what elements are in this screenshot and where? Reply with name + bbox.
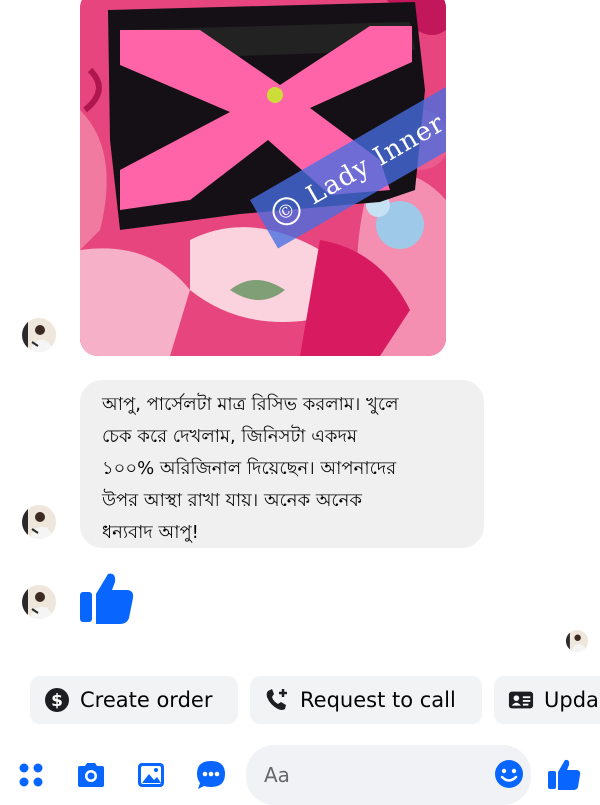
message-line: উপর আস্থা রাখা যায়। অনেক অনেক (102, 490, 362, 511)
menu-dots-icon[interactable] (14, 758, 48, 792)
contact-card-icon (508, 687, 534, 713)
emoji-icon[interactable] (494, 759, 524, 789)
message-line: চেক করে দেখলাম, জিনিসটা একদম (102, 426, 357, 447)
request-to-call-label: Request to call (300, 688, 456, 712)
create-order-chip[interactable]: $ Create order (30, 676, 238, 724)
update-label: Upda (544, 688, 599, 712)
phone-plus-icon (264, 687, 290, 713)
like-icon[interactable] (546, 756, 582, 792)
request-to-call-chip[interactable]: Request to call (250, 676, 482, 724)
message-input-placeholder: Aa (264, 763, 290, 787)
message-line: আপু, পার্সেলটা মাত্র রিসিভ করলাম। খুলে (102, 394, 399, 415)
seen-avatar (566, 630, 588, 652)
sender-avatar[interactable] (22, 318, 56, 352)
message-input[interactable]: Aa (246, 745, 531, 805)
create-order-label: Create order (80, 688, 213, 712)
like-sticker-icon (80, 573, 134, 624)
message-line: ১০০% অরিজিনাল দিয়েছেন। আপনাদের (102, 458, 397, 479)
dollar-icon: $ (44, 687, 70, 713)
copyright-icon: © (267, 192, 306, 231)
svg-text:$: $ (51, 691, 63, 711)
message-line: ধন্যবাদ আপু! (102, 522, 199, 543)
camera-icon[interactable] (74, 758, 108, 792)
photo-message[interactable]: © Lady Inner (80, 0, 446, 356)
sender-avatar[interactable] (22, 505, 56, 539)
update-chip[interactable]: Upda (494, 676, 600, 724)
gallery-icon[interactable] (134, 758, 168, 792)
chat-bubble-icon[interactable] (194, 758, 228, 792)
message-bubble[interactable]: আপু, পার্সেলটা মাত্র রিসিভ করলাম। খুলে চ… (80, 380, 484, 548)
sender-avatar[interactable] (22, 585, 56, 619)
